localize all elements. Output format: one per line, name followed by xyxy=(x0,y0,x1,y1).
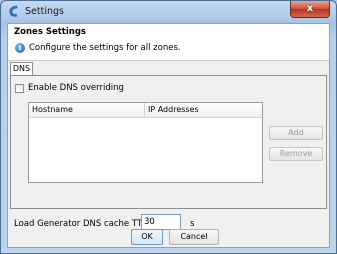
title-bar[interactable]: Settings x xyxy=(1,1,336,23)
settings-window: Settings x Zones Settings i Configure th… xyxy=(0,0,337,254)
remove-button[interactable]: Remove xyxy=(269,147,323,161)
add-button[interactable]: Add xyxy=(269,126,323,140)
dialog-body: Zones Settings i Configure the settings … xyxy=(7,23,330,248)
dns-override-table[interactable]: Hostname IP Addresses xyxy=(28,102,263,183)
dns-cache-ttl-label: Load Generator DNS cache TTL xyxy=(14,219,147,229)
header-title: Zones Settings xyxy=(14,27,86,37)
enable-dns-overriding-label[interactable]: Enable DNS overriding xyxy=(28,83,124,93)
cancel-button[interactable]: Cancel xyxy=(169,229,219,245)
table-header: Hostname IP Addresses xyxy=(29,103,262,118)
header-panel: Zones Settings i Configure the settings … xyxy=(8,24,329,61)
close-button[interactable]: x xyxy=(290,1,330,18)
dns-cache-ttl-input[interactable]: 30 xyxy=(141,214,181,230)
info-icon: i xyxy=(15,43,25,53)
dns-tab-panel: Enable DNS overriding Hostname IP Addres… xyxy=(10,75,327,209)
dns-cache-ttl-unit: s xyxy=(190,219,195,229)
enable-dns-overriding-checkbox[interactable] xyxy=(15,84,24,93)
column-header-ip-addresses[interactable]: IP Addresses xyxy=(145,103,262,117)
ok-button[interactable]: OK xyxy=(131,229,163,245)
tab-dns[interactable]: DNS xyxy=(10,62,33,76)
close-icon: x xyxy=(306,3,314,14)
app-icon xyxy=(9,5,18,17)
column-header-hostname[interactable]: Hostname xyxy=(29,103,145,117)
header-description: Configure the settings for all zones. xyxy=(29,43,181,53)
window-title: Settings xyxy=(25,6,64,17)
